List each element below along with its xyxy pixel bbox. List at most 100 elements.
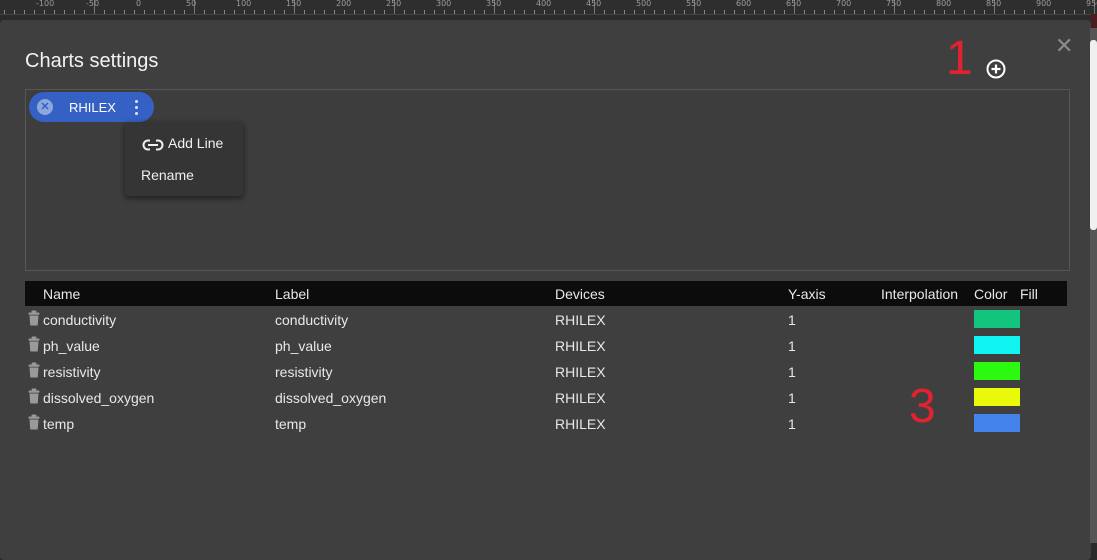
ruler-tick	[1074, 10, 1075, 14]
column-header-interpolation[interactable]: Interpolation	[881, 286, 958, 302]
column-header-y-axis[interactable]: Y-axis	[788, 286, 826, 302]
ruler-tick	[754, 10, 755, 14]
trash-icon[interactable]	[28, 362, 40, 378]
ruler-label: 650	[786, 0, 802, 8]
table-row: ph_value ph_value RHILEX 1	[25, 333, 1067, 359]
menu-item-rename[interactable]: Rename	[141, 167, 194, 183]
ruler-tick	[964, 10, 965, 14]
menu-item-add-line[interactable]: Add Line	[142, 135, 223, 152]
ruler-tick	[1014, 10, 1015, 14]
ruler-tick	[714, 10, 715, 14]
ruler-tick	[814, 10, 815, 14]
ruler-label: -100	[36, 0, 55, 8]
scrollbar-thumb[interactable]	[1090, 40, 1097, 230]
ruler-tick	[144, 10, 145, 14]
ruler-tick	[84, 10, 85, 14]
ruler-tick	[664, 10, 665, 14]
cell-device: RHILEX	[555, 390, 606, 406]
ruler-tick	[74, 10, 75, 14]
ruler-label: -50	[86, 0, 100, 8]
cell-device: RHILEX	[555, 338, 606, 354]
ruler-tick	[254, 10, 255, 14]
ruler-label: 900	[1036, 0, 1052, 8]
ruler-tick	[374, 10, 375, 14]
close-circle-icon[interactable]: ✕	[37, 99, 53, 115]
ruler-tick	[1084, 10, 1085, 14]
table-row: conductivity conductivity RHILEX 1	[25, 307, 1067, 333]
ruler-label: 500	[636, 0, 652, 8]
ruler-tick	[774, 10, 775, 14]
trash-icon[interactable]	[28, 310, 40, 326]
ruler-tick	[824, 10, 825, 14]
ruler-tick	[14, 10, 15, 14]
color-swatch[interactable]	[974, 414, 1020, 432]
ruler-tick	[364, 10, 365, 14]
ruler-label: 400	[536, 0, 552, 8]
cell-label: ph_value	[275, 338, 332, 354]
ruler-tick	[304, 10, 305, 14]
more-vertical-icon[interactable]	[130, 97, 142, 117]
ruler-tick	[764, 10, 765, 14]
color-swatch[interactable]	[974, 310, 1020, 328]
column-header-devices[interactable]: Devices	[555, 286, 605, 302]
ruler-label: 50	[186, 0, 197, 8]
column-header-fill[interactable]: Fill	[1020, 286, 1038, 302]
chart-chip[interactable]: ✕ RHILEX	[29, 92, 154, 122]
ruler-tick	[1034, 10, 1035, 14]
ruler-tick	[804, 10, 805, 14]
plus-circle-icon[interactable]	[986, 59, 1006, 79]
ruler-tick	[914, 10, 915, 14]
ruler-tick	[654, 10, 655, 14]
ruler-label: 800	[936, 0, 952, 8]
ruler-tick	[624, 10, 625, 14]
ruler-tick	[724, 10, 725, 14]
ruler-tick	[4, 10, 5, 14]
column-header-label[interactable]: Label	[275, 286, 309, 302]
cell-label: temp	[275, 416, 307, 432]
color-swatch[interactable]	[974, 336, 1020, 354]
scrollbar[interactable]	[1090, 28, 1097, 543]
ruler-tick	[844, 10, 845, 14]
ruler-tick	[324, 10, 325, 14]
ruler-tick	[114, 10, 115, 14]
cell-y-axis: 1	[788, 390, 796, 406]
close-icon[interactable]: ✕	[1055, 35, 1073, 57]
ruler-tick	[984, 10, 985, 14]
ruler-tick	[234, 10, 235, 14]
trash-icon[interactable]	[28, 414, 40, 430]
color-swatch[interactable]	[974, 362, 1020, 380]
cell-name: temp	[43, 416, 75, 432]
table-row: dissolved_oxygen dissolved_oxygen RHILEX 1	[25, 385, 1067, 411]
ruler-label: 300	[436, 0, 452, 8]
cell-label: resistivity	[275, 364, 333, 380]
chip-context-menu: Add Line Rename	[125, 122, 243, 196]
ruler-tick	[34, 10, 35, 14]
ruler-tick	[54, 10, 55, 14]
ruler-label: 150	[286, 0, 302, 8]
trash-icon[interactable]	[28, 388, 40, 404]
ruler-tick	[174, 10, 175, 14]
ruler-label: 250	[386, 0, 402, 8]
ruler-tick	[564, 10, 565, 14]
ruler-tick	[444, 10, 445, 14]
ruler-tick	[504, 10, 505, 14]
trash-icon[interactable]	[28, 336, 40, 352]
ruler-tick	[544, 10, 545, 14]
ruler-tick	[584, 10, 585, 14]
ruler-tick	[884, 10, 885, 14]
ruler-tick	[414, 10, 415, 14]
ruler-tick	[784, 10, 785, 14]
ruler-tick	[64, 10, 65, 14]
ruler-tick	[1024, 10, 1025, 14]
color-swatch[interactable]	[974, 388, 1020, 406]
ruler-tick	[454, 10, 455, 14]
ruler-tick	[204, 10, 205, 14]
column-header-color[interactable]: Color	[974, 286, 1007, 302]
ruler-tick	[614, 10, 615, 14]
column-header-name[interactable]: Name	[43, 286, 80, 302]
ruler-tick	[334, 10, 335, 14]
ruler-tick	[354, 10, 355, 14]
ruler-tick	[974, 10, 975, 14]
table-row: resistivity resistivity RHILEX 1	[25, 359, 1067, 385]
ruler-tick	[124, 10, 125, 14]
